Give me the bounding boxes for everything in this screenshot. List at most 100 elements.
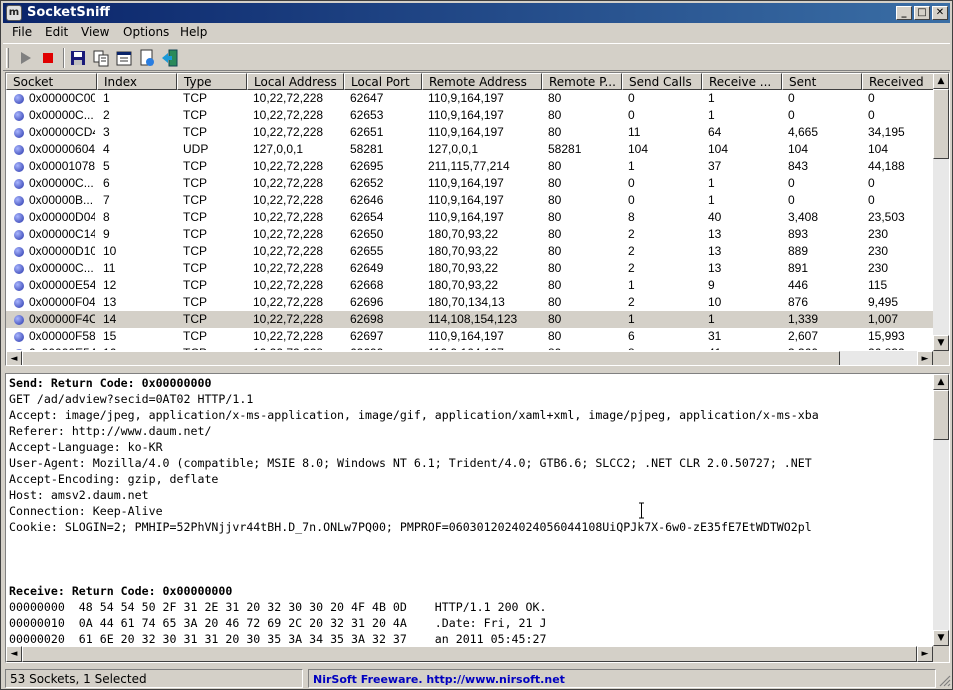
text-line: 00000000 48 54 54 50 2F 31 2E 31 20 32 3…	[9, 600, 547, 614]
table-cell: 180,70,93,22	[428, 244, 499, 258]
column-header[interactable]: Local Address	[247, 73, 344, 90]
table-cell: 10,22,72,228	[253, 346, 342, 350]
properties-button[interactable]	[113, 47, 135, 69]
table-cell: TCP	[183, 210, 207, 224]
table-cell: TCP	[183, 125, 207, 139]
save-button[interactable]	[67, 47, 89, 69]
table-cell: 876	[788, 295, 809, 309]
table-cell: 10,22,72,228	[253, 108, 324, 122]
window-title: SocketSniff	[27, 5, 110, 20]
scroll-left-button[interactable]: ◄	[6, 646, 22, 662]
column-header[interactable]: Index	[97, 73, 177, 90]
scroll-left-button[interactable]: ◄	[6, 351, 22, 365]
html-report-button[interactable]	[136, 47, 158, 69]
menu-edit[interactable]: Edit	[45, 25, 68, 39]
table-cell: 843	[788, 159, 809, 173]
column-header[interactable]: Received	[862, 73, 942, 90]
table-cell: 9	[708, 278, 715, 292]
table-cell: 1	[628, 312, 635, 326]
list-vertical-scrollbar[interactable]: ▲ ▼	[933, 73, 949, 351]
table-cell: 80	[548, 210, 562, 224]
table-row[interactable]: 0x00000F58 15 TCP 10,22,72,228 62697 110,9,16…	[6, 328, 935, 345]
column-header[interactable]: Remote P...	[542, 73, 622, 90]
data-text-pane[interactable]: Send: Return Code: 0x00000000 GET /ad/adv…	[5, 373, 950, 663]
copy-button[interactable]	[90, 47, 112, 69]
column-header[interactable]: Send Calls	[622, 73, 702, 90]
table-cell: 10	[103, 244, 117, 258]
list-horizontal-scrollbar[interactable]: ◄ ►	[6, 351, 933, 365]
scroll-up-button[interactable]: ▲	[933, 73, 949, 89]
nirsoft-link[interactable]: NirSoft Freeware. http://www.nirsoft.net	[308, 669, 936, 688]
socket-list[interactable]: Socket Index Type Local Address Local Port Re…	[5, 72, 950, 366]
table-cell: 41	[708, 346, 780, 350]
stop-button[interactable]	[37, 47, 59, 69]
scroll-right-button[interactable]: ►	[917, 351, 933, 365]
table-cell: 80	[548, 159, 562, 173]
text-line: 00000010 0A 44 61 74 65 3A 20 46 72 69 2…	[9, 616, 547, 630]
scroll-right-button[interactable]: ►	[917, 646, 933, 662]
table-cell: UDP	[183, 142, 209, 156]
exit-button[interactable]	[159, 47, 181, 69]
table-row[interactable]: 0x00000D10 10 TCP 10,22,72,228 62655 180,70,9…	[6, 243, 935, 260]
table-row[interactable]: 0x00000C... 11 TCP 10,22,72,228 62649 180,70,…	[6, 260, 935, 277]
title-bar[interactable]: m SocketSniff _ □ ✕	[3, 3, 950, 23]
table-cell: TCP	[183, 346, 245, 350]
scroll-thumb[interactable]	[22, 351, 840, 365]
column-header[interactable]: Sent	[782, 73, 862, 90]
table-row[interactable]: 0x00000D04 8 TCP 10,22,72,228 62654 110,9,164…	[6, 209, 935, 226]
socket-icon	[14, 94, 24, 104]
table-row[interactable]: 0x00000E54 12 TCP 10,22,72,228 62668 180,70,9…	[6, 277, 935, 294]
scroll-down-button[interactable]: ▼	[933, 335, 949, 351]
table-row[interactable]: 0x00001078 5 TCP 10,22,72,228 62695 211,115,7…	[6, 158, 935, 175]
socket-icon	[14, 264, 24, 274]
socket-icon	[14, 162, 24, 172]
table-row[interactable]: 0x00000F04 13 TCP 10,22,72,228 62696 180,70,1…	[6, 294, 935, 311]
table-cell: 11	[103, 261, 116, 275]
table-cell: 0x00000C...	[29, 261, 94, 275]
table-row[interactable]: 0x00000C... 6 TCP 10,22,72,228 62652 110,9,16…	[6, 175, 935, 192]
table-cell: 115	[868, 278, 888, 292]
column-header[interactable]: Receive ...	[702, 73, 782, 90]
text-vertical-scrollbar[interactable]: ▲ ▼	[933, 374, 949, 646]
scroll-thumb[interactable]	[22, 646, 917, 662]
text-line: User-Agent: Mozilla/4.0 (compatible; MSI…	[9, 456, 812, 470]
socket-icon	[14, 213, 24, 223]
table-cell: 2	[628, 227, 635, 241]
column-header[interactable]: Remote Address	[422, 73, 542, 90]
resize-grip-icon[interactable]	[937, 673, 951, 687]
table-row[interactable]: 0x00000604 4 UDP 127,0,0,1 58281 127,0,0,1 582…	[6, 141, 935, 158]
column-header[interactable]: Socket	[6, 73, 97, 90]
menu-options[interactable]: Options	[123, 25, 169, 39]
table-row[interactable]: 0x00000C14 9 TCP 10,22,72,228 62650 180,70,93…	[6, 226, 935, 243]
table-cell: 0	[868, 108, 875, 122]
scroll-thumb[interactable]	[933, 390, 949, 440]
table-cell: TCP	[183, 261, 207, 275]
table-row[interactable]: 0x00000B... 7 TCP 10,22,72,228 62646 110,9,16…	[6, 192, 935, 209]
table-cell: 180,70,93,22	[428, 278, 499, 292]
minimize-button[interactable]: _	[896, 6, 912, 20]
pane-splitter[interactable]	[3, 367, 952, 372]
table-cell: 6	[103, 176, 110, 190]
table-row[interactable]: 0x00000CD4 3 TCP 10,22,72,228 62651 110,9,164…	[6, 124, 935, 141]
column-header[interactable]: Type	[177, 73, 247, 90]
socket-icon	[14, 145, 24, 155]
menu-view[interactable]: View	[81, 25, 109, 39]
maximize-button[interactable]: □	[914, 6, 930, 20]
text-horizontal-scrollbar[interactable]: ◄ ►	[6, 646, 933, 662]
scroll-thumb[interactable]	[933, 89, 949, 159]
table-row[interactable]: 0x00000C... 2 TCP 10,22,72,228 62653 110,9,16…	[6, 107, 935, 124]
copy-icon	[93, 50, 109, 67]
scroll-down-button[interactable]: ▼	[933, 630, 949, 646]
table-row[interactable]: 0x00000F4C 14 TCP 10,22,72,228 62698 114,108,…	[6, 311, 935, 328]
table-cell: 14	[103, 312, 117, 326]
start-button[interactable]	[14, 47, 36, 69]
column-header[interactable]: Local Port	[344, 73, 422, 90]
menu-file[interactable]: File	[12, 25, 32, 39]
menu-help[interactable]: Help	[180, 25, 207, 39]
table-row[interactable]: 0x00000E54 16 TCP 10,22,72,228 62699 110,9,16…	[6, 345, 935, 350]
table-row[interactable]: 0x00000C00 1 TCP 10,22,72,228 62647 110,9,164…	[6, 90, 935, 107]
scroll-up-button[interactable]: ▲	[933, 374, 949, 390]
close-button[interactable]: ✕	[932, 6, 948, 20]
table-cell: 26,832	[868, 346, 935, 350]
list-body: 0x00000C00 1 TCP 10,22,72,228 62647 110,9,164…	[6, 90, 935, 350]
